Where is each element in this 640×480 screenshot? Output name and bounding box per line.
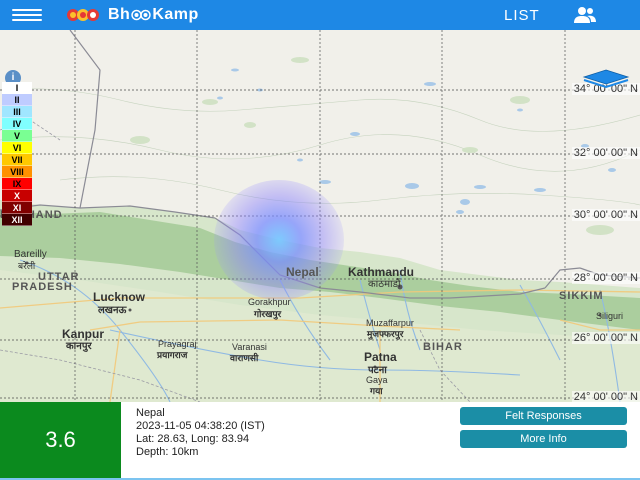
place-label-nepal: Nepal <box>286 265 319 279</box>
intensity-legend-item: II <box>2 94 32 106</box>
hamburger-menu-icon[interactable] <box>12 9 42 21</box>
map-view[interactable]: 34° 00' 00" N 32° 00' 00" N 30° 00' 00" … <box>0 30 640 402</box>
event-datetime: 2023-11-05 04:38:20 (IST) <box>136 420 265 432</box>
intensity-legend: I II III IV V VI VII VIII IX X XI XII <box>2 82 32 226</box>
place-label-bareilly-native: बरेली <box>18 261 36 271</box>
place-label-gorakhpur: Gorakhpur <box>248 297 291 307</box>
intensity-legend-item: V <box>2 130 32 142</box>
intensity-legend-item: VIII <box>2 166 32 178</box>
place-label-gaya-native: गया <box>370 386 383 396</box>
intensity-legend-item: VII <box>2 154 32 166</box>
place-label-kanpur-native: कानपुर <box>66 341 92 352</box>
users-icon[interactable] <box>573 6 597 24</box>
place-label-siliguri: Siliguri <box>596 311 624 321</box>
intensity-legend-item: X <box>2 190 32 202</box>
event-location: Nepal <box>136 407 165 419</box>
place-label-lucknow-native: लखनऊ <box>98 305 127 316</box>
earthquake-epicenter-marker[interactable] <box>214 180 344 300</box>
more-info-button[interactable]: More Info <box>460 430 627 448</box>
latitude-label: 24° 00' 00" N <box>571 391 640 402</box>
place-label-patna-native: पटना <box>368 365 387 376</box>
intensity-legend-item: XII <box>2 214 32 226</box>
intensity-legend-item: IX <box>2 178 32 190</box>
latitude-label: 32° 00' 00" N <box>571 147 640 159</box>
latitude-label: 26° 00' 00" N <box>571 332 640 344</box>
latitude-label: 30° 00' 00" N <box>571 209 640 221</box>
event-details-panel: 3.6 Nepal 2023-11-05 04:38:20 (IST) Lat:… <box>0 402 640 480</box>
latitude-label: 28° 00' 00" N <box>571 272 640 284</box>
place-label-gorakhpur-native: गोरखपुर <box>254 309 282 319</box>
app-name-left: Bh <box>108 6 131 23</box>
place-label-prayagraj-native: प्रयागराज <box>157 350 188 360</box>
logo-emblem-icon <box>67 9 99 21</box>
intensity-legend-item: VI <box>2 142 32 154</box>
region-label-uttar-pradesh: PRADESH <box>12 281 73 293</box>
logo-rings-icon <box>131 9 152 21</box>
event-details: Nepal 2023-11-05 04:38:20 (IST) Lat: 28.… <box>136 407 265 459</box>
intensity-legend-item: III <box>2 106 32 118</box>
place-label-muzaffarpur-native: मुजफ्फरपुर <box>367 329 404 339</box>
intensity-legend-item: I <box>2 82 32 94</box>
app-screen: Bh Kamp LIST 34° 00' 00" N 32° 00' 00" N… <box>0 0 640 480</box>
felt-responses-button[interactable]: Felt Responses <box>460 407 627 425</box>
event-coordinates: Lat: 28.63, Long: 83.94 <box>136 433 250 445</box>
region-label-bihar: BIHAR <box>423 341 463 353</box>
place-label-kathmandu-native: काठमाडौं <box>368 279 401 290</box>
place-label-varanasi-native: वाराणसी <box>230 353 259 363</box>
app-header: Bh Kamp LIST <box>0 0 640 30</box>
intensity-legend-item: IV <box>2 118 32 130</box>
region-label-sikkim: SIKKIM <box>559 290 604 302</box>
magnitude-badge: 3.6 <box>0 402 121 478</box>
event-depth: Depth: 10km <box>136 446 199 458</box>
list-button[interactable]: LIST <box>504 7 540 24</box>
layers-icon[interactable] <box>581 68 631 90</box>
app-name-right: Kamp <box>152 6 199 23</box>
intensity-legend-item: XI <box>2 202 32 214</box>
app-logo: Bh Kamp <box>66 5 199 25</box>
